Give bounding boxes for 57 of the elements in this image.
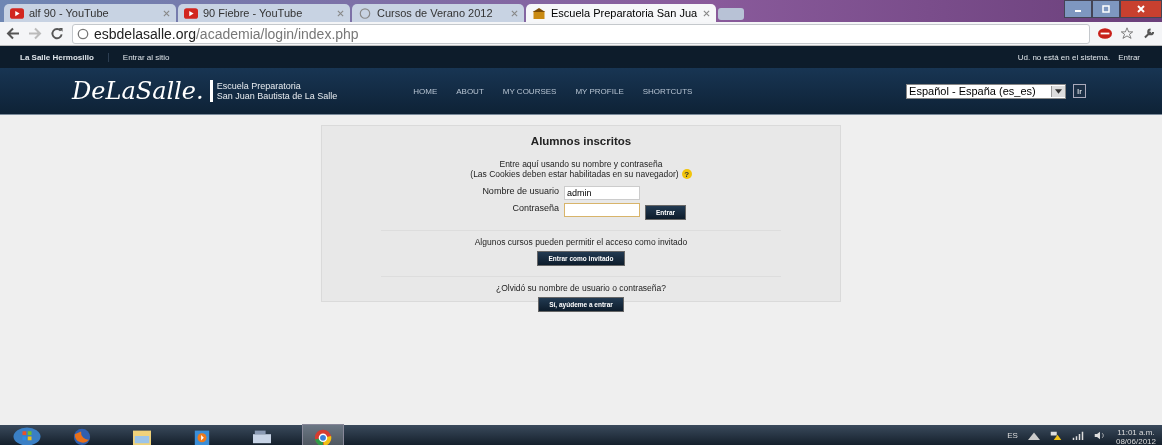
up-arrow-icon[interactable] <box>1027 430 1040 440</box>
maximize-icon <box>1101 4 1111 14</box>
browser-tab[interactable]: alf 90 - YouTube <box>4 4 176 22</box>
cookies-note: (Las Cookies deben estar habilitadas en su navegador) <box>470 169 679 179</box>
fox-globe-icon <box>71 427 93 445</box>
browser-tab[interactable]: Escuela Preparatoria San Jua <box>526 4 716 22</box>
back-icon[interactable] <box>6 27 20 40</box>
minimize-button[interactable] <box>1064 0 1092 18</box>
video-play-icon <box>10 7 24 19</box>
wrench-icon[interactable] <box>1142 27 1156 40</box>
stop-sign-icon[interactable] <box>1098 27 1112 40</box>
star-icon[interactable] <box>1120 27 1134 40</box>
input-language-indicator[interactable]: ES <box>1007 430 1018 440</box>
browser-tab[interactable]: Cursos de Verano 2012 <box>352 4 524 22</box>
password-label: Contraseña <box>511 203 559 213</box>
nav-link[interactable]: SHORTCUTS <box>642 86 693 96</box>
signal-icon[interactable] <box>1071 430 1084 440</box>
globe-icon <box>77 27 89 40</box>
username-field[interactable]: admin <box>563 186 640 200</box>
nav-link[interactable]: MY PROFILE <box>575 86 624 96</box>
globe-icon <box>358 7 372 19</box>
login-instructions: Entre aquí usando su nombre y contraseña <box>499 159 663 169</box>
start-button[interactable] <box>12 425 42 445</box>
language-select[interactable]: Español - España (es_es) <box>906 83 1067 99</box>
go-button[interactable]: Ir <box>1073 84 1086 98</box>
nav-link[interactable]: ABOUT <box>456 86 484 96</box>
browser-tab[interactable]: 90 Fiebre - YouTube <box>178 4 350 22</box>
close-icon <box>1136 4 1146 14</box>
login-status-text: Ud. no está en el sistema. <box>1017 52 1111 62</box>
logo: DeLaSalle. <box>72 80 213 102</box>
caret-icon <box>1055 88 1063 94</box>
close-icon[interactable] <box>703 9 710 17</box>
taskbar-app-button[interactable] <box>302 424 344 445</box>
close-button[interactable] <box>1120 0 1162 18</box>
help-icon[interactable]: ? <box>681 169 692 179</box>
clock-time: 11:01 a.m. <box>1117 428 1155 437</box>
speaker-icon[interactable] <box>1093 430 1106 440</box>
guest-access-text: Algunos cursos pueden permitir el acceso como invitado <box>474 237 688 247</box>
school-name-line: San Juan Bautista de La Salle <box>216 91 338 101</box>
maximize-button[interactable] <box>1092 0 1120 18</box>
address-field[interactable]: esbdelasalle.org/academia/login/index.php <box>72 23 1090 44</box>
flag-warning-icon[interactable] <box>1049 430 1062 440</box>
username-label: Nombre de usuario <box>481 186 559 196</box>
school-name-line: Escuela Preparatoria <box>216 81 302 91</box>
forgot-password-text: ¿Olvidó su nombre de usuario o contraseña? <box>495 283 667 293</box>
nav-link[interactable]: MY COURSES <box>502 86 557 96</box>
browser-icon <box>312 427 334 445</box>
nav-link[interactable]: HOME <box>413 86 438 96</box>
breadcrumb-link[interactable]: La Salle Hermosillo <box>20 52 109 62</box>
password-field[interactable] <box>563 203 640 217</box>
login-title: Alumnos inscritos <box>530 135 632 147</box>
reload-icon[interactable] <box>50 27 64 40</box>
breadcrumb-link[interactable]: Entrar al sitio <box>122 52 170 62</box>
login-link[interactable]: Entrar <box>1118 52 1140 62</box>
clock-date: 08/06/2012 <box>1115 437 1156 445</box>
video-play-icon <box>184 7 198 19</box>
building-icon <box>532 7 546 19</box>
